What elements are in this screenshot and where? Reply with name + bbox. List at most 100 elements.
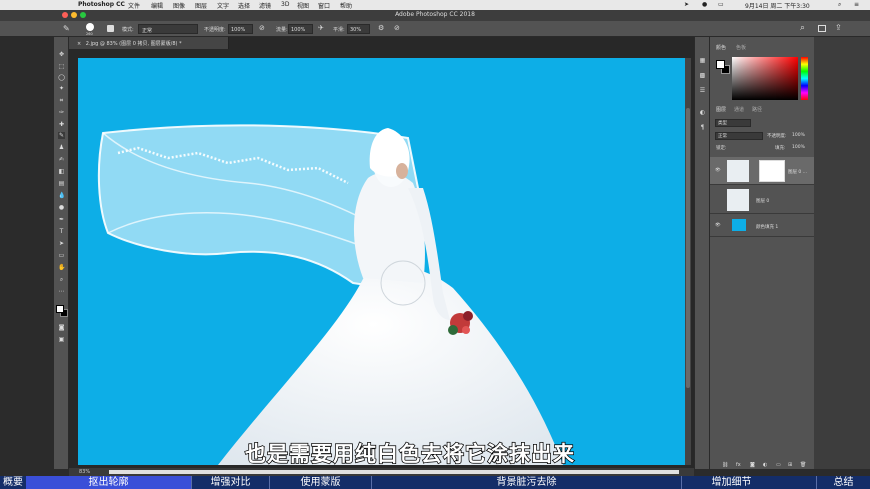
share-icon[interactable]: ⇪ [835,23,842,32]
search-icon[interactable]: ⌕ [800,23,805,33]
link-layers-icon[interactable]: ⛓ [722,462,728,468]
adjustment-layer-icon[interactable]: ◐ [763,462,767,468]
menu-window[interactable]: 窗口 [318,1,330,10]
menu-type[interactable]: 文字 [217,1,229,10]
navigation-icon[interactable]: ➤ [684,1,689,8]
layer-style-icon[interactable]: fx [736,462,741,468]
visibility-eye-icon[interactable]: 👁 [715,223,721,228]
layer-row[interactable]: 👁 图层 0 ... [710,157,814,185]
layer-filter-select[interactable]: 类型 [715,119,751,127]
clone-stamp-tool-icon[interactable]: ♟ [58,144,65,151]
layer-row[interactable]: 👁 颜色填充 1 [710,215,814,237]
battery-icon[interactable]: ▭ [718,1,724,8]
eyedropper-tool-icon[interactable]: ✑ [58,109,65,116]
path-select-tool-icon[interactable]: ➤ [58,240,65,247]
chapter-summary[interactable]: 总结 [816,476,870,489]
hand-tool-icon[interactable]: ✋ [58,264,65,271]
menu-file[interactable]: 文件 [128,1,140,10]
workspace-icon[interactable] [818,25,826,32]
menu-view[interactable]: 视图 [297,1,309,10]
rectangle-tool-icon[interactable]: ▭ [58,252,65,259]
scroll-thumb[interactable] [686,108,690,388]
menu-filter[interactable]: 滤镜 [259,1,271,10]
pen-tool-icon[interactable]: ✒ [58,216,65,223]
visibility-eye-icon[interactable]: 👁 [715,168,721,173]
airbrush-icon[interactable]: ✈ [318,24,324,32]
dodge-tool-icon[interactable]: ● [58,204,65,211]
adjustments-panel-icon[interactable]: ◐ [699,109,706,116]
vertical-scrollbar[interactable] [685,58,691,465]
brush-tool-icon[interactable]: ✎ [63,24,70,33]
new-layer-icon[interactable]: ⊞ [788,462,792,468]
close-window-button[interactable] [62,12,68,18]
blur-tool-icon[interactable]: 💧 [58,192,65,199]
gradient-tool-icon[interactable]: ▤ [58,180,65,187]
more-tools-icon[interactable]: ⋯ [58,288,65,295]
hue-slider[interactable] [801,57,808,100]
healing-brush-tool-icon[interactable]: ✚ [58,121,65,128]
zoom-level[interactable]: 83% [79,469,90,475]
marquee-tool-icon[interactable]: ⬚ [58,63,65,70]
quick-mask-icon[interactable]: ◙ [58,324,65,331]
lasso-tool-icon[interactable]: ◯ [58,74,65,81]
zoom-tool-icon[interactable]: ⌕ [58,276,65,283]
chapter-outline[interactable]: 抠出轮廓 [26,476,191,489]
brush-preset-picker[interactable] [86,23,94,31]
tab-color[interactable]: 颜色 [716,44,726,51]
move-tool-icon[interactable]: ✥ [58,51,65,58]
history-panel-icon[interactable]: ▦ [699,57,706,64]
zoom-window-button[interactable] [80,12,86,18]
menu-datetime[interactable]: 9月14日 周二 下午3:30 [745,1,810,10]
menu-3d[interactable]: 3D [281,1,289,8]
history-brush-tool-icon[interactable]: ✍ [58,156,65,163]
screen-mode-icon[interactable]: ▣ [58,336,65,343]
brush-tool-icon[interactable]: ✎ [58,132,65,139]
new-group-icon[interactable]: ▭ [776,462,781,468]
document-tab[interactable]: × 2.jpg @ 83% (图层 0 拷贝, 图层蒙版/8) * [69,37,229,49]
mode-select[interactable]: 正常 [138,24,198,34]
smoothing-settings-icon[interactable]: ⚙ [378,24,384,32]
search-icon[interactable]: ⌕ [838,1,841,9]
paragraph-panel-icon[interactable]: ¶ [699,124,706,131]
tab-channels[interactable]: 通道 [734,106,744,113]
menu-image[interactable]: 图像 [173,1,185,10]
delete-layer-icon[interactable]: 🗑 [800,462,806,468]
chapter-mask[interactable]: 使用蒙版 [269,476,371,489]
layer-opacity-value[interactable]: 100% [792,133,805,138]
tab-swatches[interactable]: 色板 [736,44,746,51]
fg-color-chip[interactable] [716,60,725,69]
control-center-icon[interactable]: ≡ [854,1,859,8]
pressure-size-icon[interactable]: ⊘ [394,24,400,32]
smooth-field[interactable]: 30% [347,24,370,34]
fill-value[interactable]: 100% [792,145,805,150]
chapter-details[interactable]: 增加细节 [681,476,781,489]
flow-field[interactable]: 100% [288,24,313,34]
menu-edit[interactable]: 编辑 [151,1,163,10]
quick-select-tool-icon[interactable]: ✦ [58,85,65,92]
eraser-tool-icon[interactable]: ◧ [58,168,65,175]
chapter-cleanup[interactable]: 背景脏污去除 [371,476,681,489]
color-field[interactable] [732,57,798,100]
foreground-color-swatch[interactable] [56,305,64,313]
menu-app-name[interactable]: Photoshop CC [78,1,125,8]
user-icon[interactable]: ● [702,1,707,8]
properties-panel-icon[interactable]: ☰ [699,87,706,94]
pressure-opacity-icon[interactable]: ⊘ [259,24,265,32]
tab-paths[interactable]: 路径 [752,106,762,113]
blend-mode-select[interactable]: 正常 [715,132,763,140]
chapter-overview[interactable]: 概要 [0,476,26,489]
chapter-contrast[interactable]: 增强对比 [191,476,269,489]
swatches-panel-icon[interactable]: ▩ [699,72,706,79]
minimize-window-button[interactable] [71,12,77,18]
crop-tool-icon[interactable]: ⌗ [58,97,65,104]
type-tool-icon[interactable]: T [58,228,65,235]
menu-help[interactable]: 帮助 [340,1,352,10]
image-canvas[interactable] [78,58,685,465]
layer-mask-thumbnail[interactable] [759,160,785,182]
layer-row[interactable]: 图层 0 [710,186,814,214]
tab-layers[interactable]: 图层 [716,106,726,113]
brush-settings-icon[interactable] [107,25,114,32]
document-tab-close-icon[interactable]: × [77,41,81,47]
add-mask-icon[interactable]: ◙ [750,462,755,468]
menu-select[interactable]: 选择 [238,1,250,10]
